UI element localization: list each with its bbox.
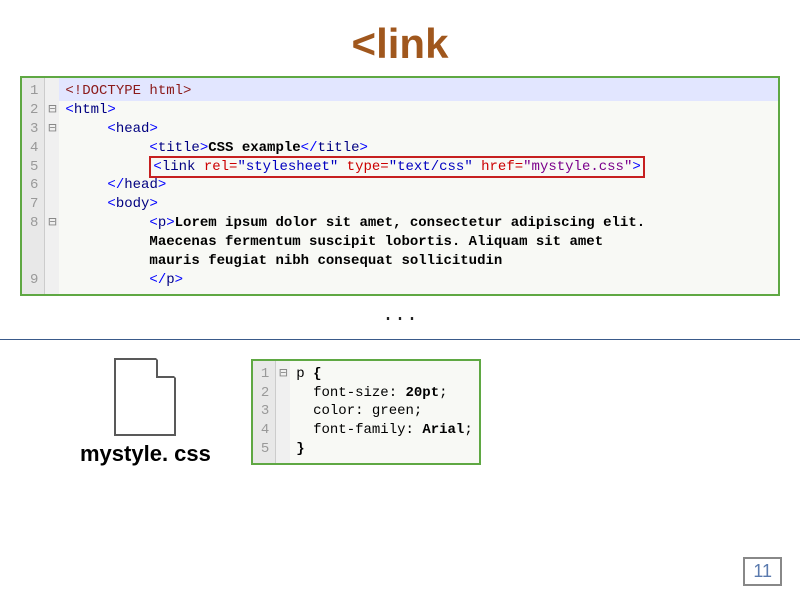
code-token: { [305, 366, 322, 382]
code-token: head [116, 121, 150, 137]
code-token: </ [107, 177, 124, 193]
fold-gutter: ⊟ [276, 361, 290, 463]
code-token: > [158, 177, 166, 193]
code-token: font-size: [296, 385, 405, 401]
code-token: "mystyle.css" [523, 159, 632, 175]
code-token: ; [439, 385, 447, 401]
code-token: > [200, 140, 208, 156]
code-token: title [158, 140, 200, 156]
code-token: </ [301, 140, 318, 156]
code-token: p [166, 272, 174, 288]
code-token: </ [149, 272, 166, 288]
code-token: < [153, 159, 161, 175]
slide-title: <link [20, 20, 780, 68]
divider [0, 339, 800, 340]
code-token: < [107, 196, 115, 212]
code-token: Arial [422, 422, 464, 438]
code-token: type= [338, 159, 388, 175]
code-token: > [175, 272, 183, 288]
fold-gutter: ⊟ ⊟ ⊟ [45, 78, 59, 294]
code-token: < [107, 121, 115, 137]
code-token: < [149, 140, 157, 156]
bottom-row: mystyle. css 1 2 3 4 5 ⊟ p { font-size: … [80, 358, 780, 466]
code-token: title [317, 140, 359, 156]
code-token: > [360, 140, 368, 156]
code-token: "stylesheet" [237, 159, 338, 175]
code-token: green [372, 403, 414, 419]
code-token: "text/css" [389, 159, 473, 175]
ellipsis: ... [20, 304, 780, 327]
code-token: > [166, 215, 174, 231]
code-token: ; [464, 422, 472, 438]
code-token: href= [473, 159, 523, 175]
code-token: 20pt [406, 385, 440, 401]
code-token: > [149, 121, 157, 137]
css-content: p { font-size: 20pt; color: green; font-… [290, 361, 478, 463]
code-token: html [74, 102, 108, 118]
css-code-block: 1 2 3 4 5 ⊟ p { font-size: 20pt; color: … [251, 359, 481, 465]
link-highlight: <link rel="stylesheet" type="text/css" h… [149, 156, 644, 179]
code-token: color: [296, 403, 372, 419]
line-numbers: 1 2 3 4 5 6 7 8 9 [22, 78, 45, 294]
code-token: < [65, 102, 73, 118]
code-token: rel= [195, 159, 237, 175]
line-numbers: 1 2 3 4 5 [253, 361, 276, 463]
code-token: p [296, 366, 304, 382]
code-token: ; [414, 403, 422, 419]
code-token: font-family: [296, 422, 422, 438]
file-label: mystyle. css [80, 442, 211, 466]
code-token: > [632, 159, 640, 175]
code-token: body [116, 196, 150, 212]
code-token: link [162, 159, 196, 175]
file-block: mystyle. css [80, 358, 211, 466]
file-icon [114, 358, 176, 436]
code-token: <!DOCTYPE html> [65, 83, 191, 99]
page-number: 11 [743, 557, 782, 586]
code-token: > [149, 196, 157, 212]
code-token: head [124, 177, 158, 193]
code-token: } [296, 441, 304, 457]
code-token: > [107, 102, 115, 118]
code-content: <!DOCTYPE html><html> <head> <title>CSS … [59, 78, 778, 294]
code-token: < [149, 215, 157, 231]
main-code-block: 1 2 3 4 5 6 7 8 9 ⊟ ⊟ ⊟ <!DOCTYPE html> <… [20, 76, 780, 296]
code-token: CSS example [208, 140, 300, 156]
code-token: p [158, 215, 166, 231]
